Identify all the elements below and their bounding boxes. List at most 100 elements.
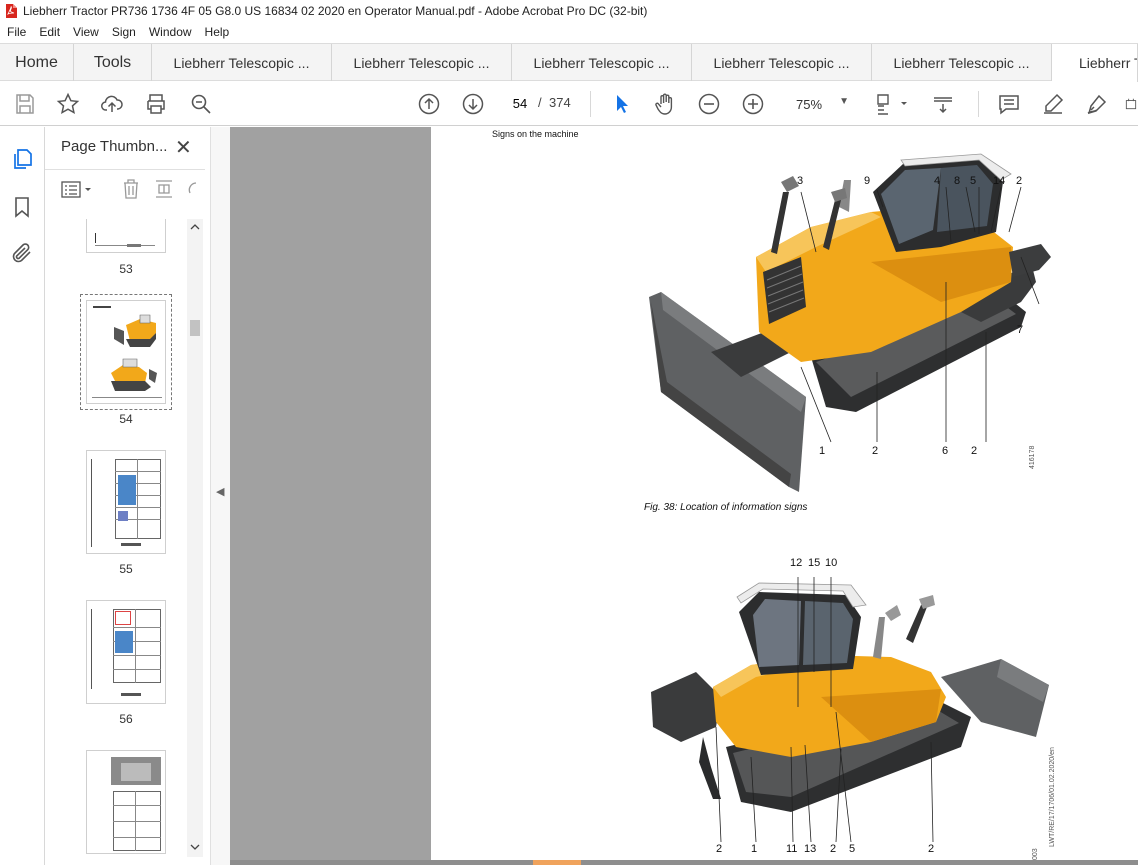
comment-icon[interactable]: [996, 91, 1022, 117]
highlight-pen-icon[interactable]: [1040, 91, 1066, 117]
tab-document-2[interactable]: Liebherr Telescopic ...: [332, 44, 512, 81]
next-page-icon[interactable]: [460, 91, 486, 117]
figure-caption: Fig. 38: Location of information signs: [644, 502, 808, 513]
trash-icon[interactable]: [121, 178, 141, 200]
callout-label: 5: [849, 843, 856, 855]
tab-bar: Home Tools Liebherr Telescopic ... Liebh…: [0, 43, 1138, 82]
page-thumbnail[interactable]: [86, 450, 166, 554]
callout-label: 8: [954, 175, 961, 187]
callout-label: 2: [928, 843, 935, 855]
bulldozer-thumbnail-image: [114, 314, 156, 347]
menu-view[interactable]: View: [66, 25, 105, 39]
callout-label: 2: [971, 445, 978, 457]
scroll-down-icon[interactable]: [190, 843, 200, 851]
page-separator: /: [538, 95, 542, 110]
bulldozer-front-view-image: [649, 153, 1051, 492]
page-thumbnail[interactable]: [86, 219, 166, 253]
page-number-input[interactable]: [505, 92, 535, 114]
tab-document-active[interactable]: Liebherr T: [1052, 44, 1138, 82]
zoom-level-dropdown[interactable]: 75% ▼: [783, 93, 855, 115]
callout-label: 1: [751, 843, 758, 855]
document-viewport[interactable]: Signs on the machine 3 9 4 8 5 14 2 7 1 …: [230, 127, 1138, 865]
more-tools-icon[interactable]: [1124, 91, 1138, 117]
pdf-page: Signs on the machine 3 9 4 8 5 14 2 7 1 …: [431, 127, 1138, 860]
callout-label: 9: [864, 175, 871, 187]
thumbnail-options-icon[interactable]: [61, 180, 95, 200]
document-bottom-edge: [230, 860, 1138, 865]
callout-label: 3: [797, 175, 804, 187]
zoom-out-icon[interactable]: [696, 91, 722, 117]
extract-pages-icon[interactable]: [153, 178, 175, 200]
thumbnail-toolbar: [45, 169, 205, 209]
menu-bar: File Edit View Sign Window Help: [0, 22, 1138, 42]
chevron-down-icon: ▼: [839, 96, 849, 107]
thumbnail-scrollbar[interactable]: [187, 219, 203, 857]
zoom-in-icon[interactable]: [740, 91, 766, 117]
left-navigation-rail: [0, 127, 45, 865]
page-thumbnails-panel: Page Thumbn... ✕ 53 54 55 56: [45, 127, 210, 865]
menu-sign[interactable]: Sign: [105, 25, 142, 39]
tab-document-1[interactable]: Liebherr Telescopic ...: [152, 44, 332, 81]
sign-pen-icon[interactable]: [1084, 91, 1110, 117]
callout-label: 6: [942, 445, 949, 457]
callout-label: 2: [872, 445, 879, 457]
callout-label: 14: [993, 175, 1006, 187]
callout-label: 7: [1017, 324, 1024, 336]
thumbnail-page-number: 56: [119, 712, 133, 726]
page-total: 374: [549, 95, 571, 110]
zoom-level-value: 75%: [796, 96, 823, 112]
callout-label: 11: [786, 843, 798, 855]
page-thumbnails-icon[interactable]: [10, 147, 34, 171]
panel-title: Page Thumbn...: [61, 138, 168, 155]
callout-label: 4: [934, 175, 941, 187]
menu-help[interactable]: Help: [198, 25, 236, 39]
toolbar-divider: [978, 91, 979, 117]
previous-page-icon[interactable]: [416, 91, 442, 117]
callout-label: 12: [790, 557, 803, 569]
upload-cloud-icon[interactable]: [99, 91, 125, 117]
callout-label: 2: [1016, 175, 1023, 187]
collapse-panel-icon[interactable]: ◀: [216, 485, 224, 498]
window-title: Liebherr Tractor PR736 1736 4F 05 G8.0 U…: [23, 4, 648, 18]
bulldozer-rear-view-image: [651, 577, 1049, 843]
footer-document-id: LWT/RE/17/1706/01.02.2020/en: [1049, 747, 1056, 847]
page-thumbnail-selected[interactable]: [86, 300, 166, 404]
scroll-mode-icon[interactable]: [930, 91, 956, 117]
tab-tools[interactable]: Tools: [74, 44, 152, 81]
bookmark-icon[interactable]: [10, 195, 34, 219]
menu-edit[interactable]: Edit: [32, 25, 66, 39]
save-icon[interactable]: [12, 91, 38, 117]
callout-label: 2: [830, 843, 837, 855]
page-thumbnail[interactable]: [86, 600, 166, 704]
star-icon[interactable]: [55, 91, 81, 117]
toolbar-divider: [590, 91, 591, 117]
tab-document-5[interactable]: Liebherr Telescopic ...: [872, 44, 1052, 81]
scroll-up-icon[interactable]: [190, 223, 200, 231]
tab-document-4[interactable]: Liebherr Telescopic ...: [692, 44, 872, 81]
attachment-icon[interactable]: [10, 241, 34, 265]
hand-pan-icon[interactable]: [652, 91, 678, 117]
menu-window[interactable]: Window: [142, 25, 198, 39]
title-bar: Liebherr Tractor PR736 1736 4F 05 G8.0 U…: [0, 0, 1138, 22]
tab-document-3[interactable]: Liebherr Telescopic ...: [512, 44, 692, 81]
callout-label: 1: [819, 445, 826, 457]
page-fit-icon[interactable]: [874, 91, 910, 117]
figure-id: 416178: [1029, 445, 1036, 469]
rotate-icon[interactable]: [185, 178, 197, 200]
page-thumbnail[interactable]: [86, 750, 166, 854]
close-icon[interactable]: ✕: [175, 135, 192, 160]
callout-label: 10: [825, 557, 838, 569]
callout-label: 5: [970, 175, 977, 187]
acrobat-pdf-icon: [6, 4, 17, 18]
zoom-search-icon[interactable]: [188, 91, 214, 117]
main-toolbar: / 374 75% ▼: [0, 82, 1138, 126]
callout-label: 15: [808, 557, 821, 569]
select-cursor-icon[interactable]: [608, 91, 634, 117]
scrollbar-thumb[interactable]: [190, 320, 200, 336]
print-icon[interactable]: [143, 91, 169, 117]
thumbnail-page-number: 54: [119, 412, 133, 426]
menu-file[interactable]: File: [0, 25, 32, 39]
tab-home[interactable]: Home: [0, 44, 74, 81]
panel-splitter[interactable]: ◀: [210, 127, 230, 865]
callout-label: 2: [716, 843, 723, 855]
